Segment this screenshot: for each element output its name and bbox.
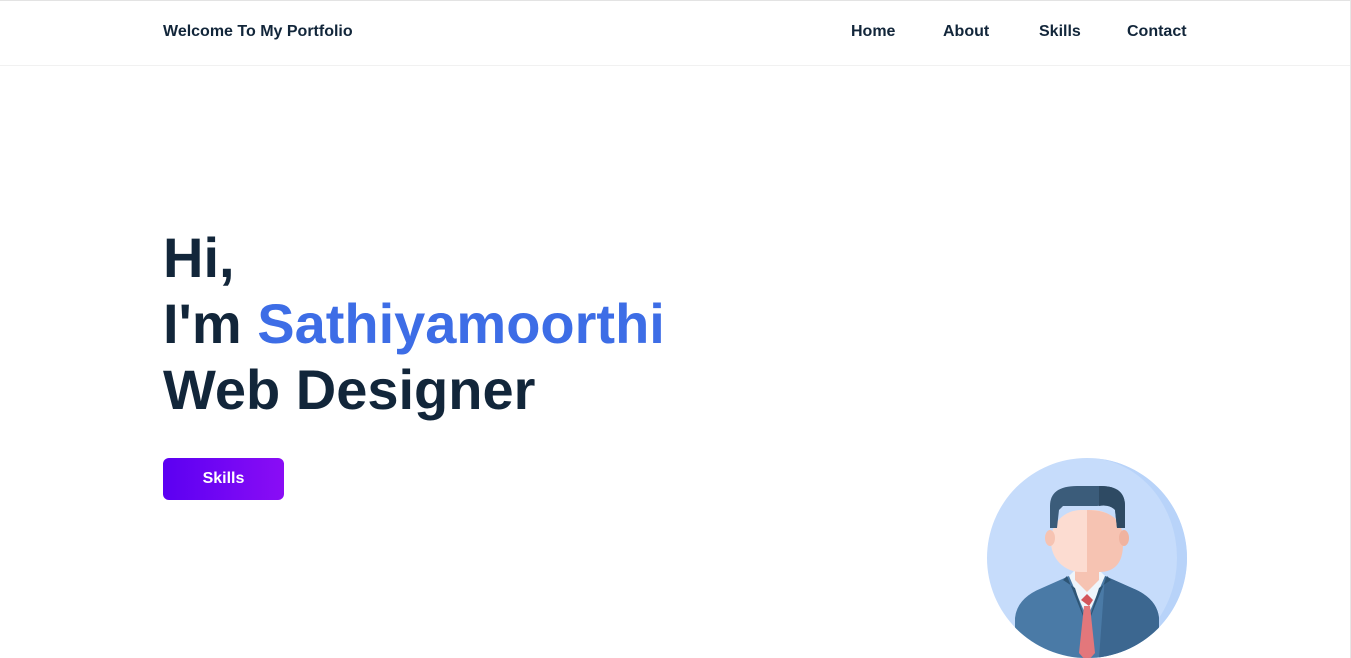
businessman-avatar-icon <box>987 458 1187 658</box>
top-navbar: Welcome To My Portfolio Home About Skill… <box>0 0 1351 66</box>
hero-role: Web Designer <box>163 358 536 421</box>
hero-intro-prefix: I'm <box>163 292 258 355</box>
hero-heading: Hi, I'm Sathiyamoorthi Web Designer <box>163 225 665 423</box>
portfolio-page: Welcome To My Portfolio Home About Skill… <box>0 0 1351 658</box>
main-nav: Home About Skills Contact <box>0 23 1351 45</box>
nav-about-link[interactable]: About <box>943 23 989 41</box>
nav-home-link[interactable]: Home <box>851 23 895 41</box>
nav-skills-link[interactable]: Skills <box>1039 23 1081 41</box>
nav-contact-link[interactable]: Contact <box>1127 23 1187 41</box>
skills-button[interactable]: Skills <box>163 458 284 500</box>
hero-greeting: Hi, <box>163 226 235 289</box>
hero-intro-line: I'm Sathiyamoorthi <box>163 291 665 357</box>
hero-name: Sathiyamoorthi <box>257 292 665 355</box>
